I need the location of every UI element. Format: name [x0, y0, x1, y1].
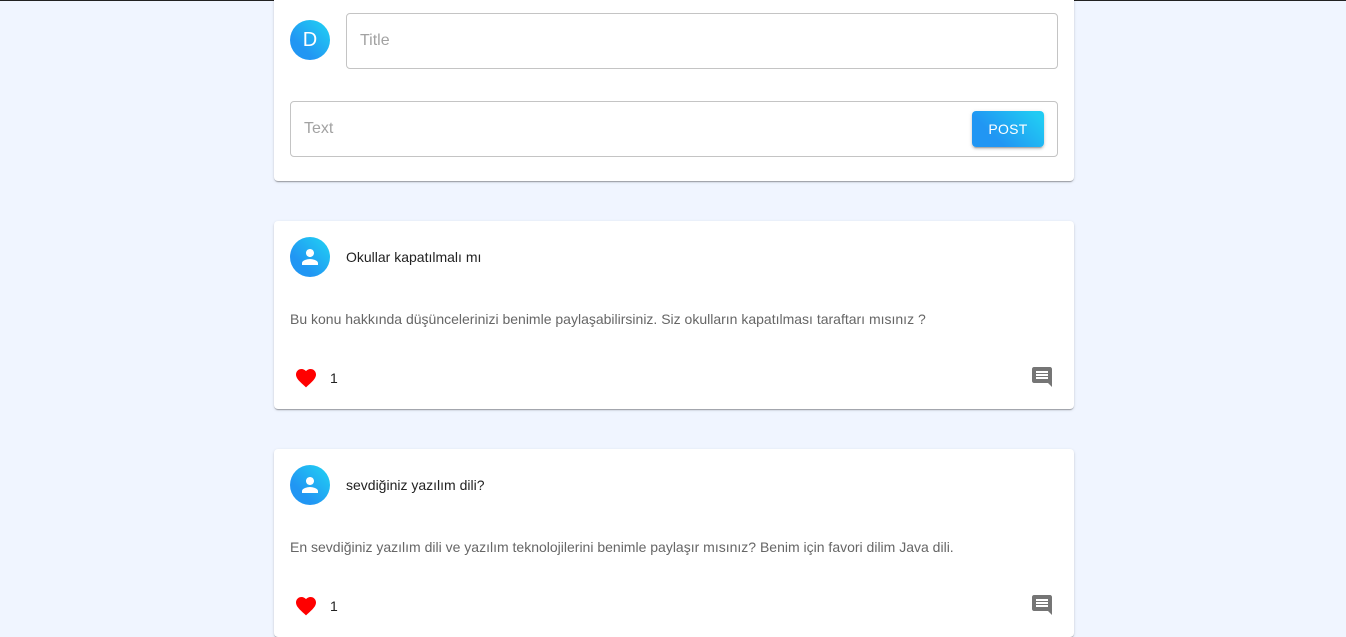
text-field[interactable]: POST: [290, 101, 1058, 157]
comment-icon: [1032, 367, 1052, 387]
post-button[interactable]: POST: [972, 111, 1044, 147]
new-post-form: D POST: [274, 0, 1074, 181]
comment-icon: [1032, 595, 1052, 615]
title-input[interactable]: [360, 14, 1040, 68]
post-text: Bu konu hakkında düşüncelerinizi benimle…: [290, 311, 926, 327]
like-count: 1: [330, 370, 338, 386]
person-icon: [302, 249, 318, 265]
post-avatar[interactable]: [290, 237, 330, 277]
post-avatar[interactable]: [290, 465, 330, 505]
heart-icon: [296, 369, 316, 388]
text-input[interactable]: [304, 102, 944, 156]
person-icon: [302, 477, 318, 493]
like-count: 1: [330, 598, 338, 614]
comment-button[interactable]: [1030, 593, 1054, 617]
post-title[interactable]: Okullar kapatılmalı mı: [346, 249, 481, 265]
heart-icon: [296, 597, 316, 616]
title-field[interactable]: [346, 13, 1058, 69]
post-text: En sevdiğiniz yazılım dili ve yazılım te…: [290, 539, 954, 555]
user-avatar: D: [290, 20, 330, 60]
like-button[interactable]: [294, 594, 318, 618]
post-title[interactable]: sevdiğiniz yazılım dili?: [346, 477, 485, 493]
post-card: Okullar kapatılmalı mı Bu konu hakkında …: [274, 221, 1074, 409]
avatar-letter: D: [302, 28, 318, 51]
comment-button[interactable]: [1030, 365, 1054, 389]
post-card: sevdiğiniz yazılım dili? En sevdiğiniz y…: [274, 449, 1074, 637]
like-button[interactable]: [294, 366, 318, 390]
